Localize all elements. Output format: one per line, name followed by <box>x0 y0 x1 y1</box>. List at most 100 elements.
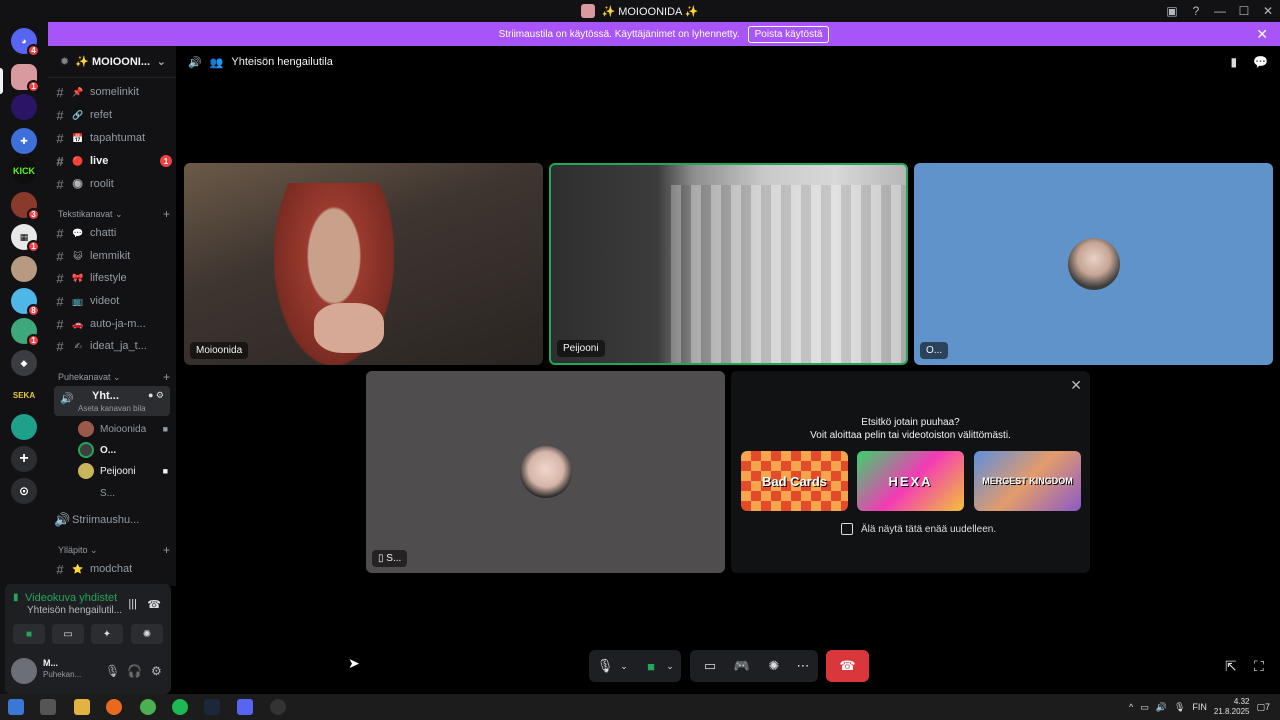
close-icon[interactable]: ✕ <box>1070 377 1082 394</box>
camera-button[interactable]: ■ <box>13 624 45 644</box>
notification-icon[interactable]: ▢7 <box>1256 702 1270 713</box>
server-icon-9[interactable]: 1 <box>11 318 40 347</box>
chrome-icon[interactable] <box>140 699 156 715</box>
network-icon[interactable]: ▭ <box>1140 702 1149 713</box>
video-tile-peijooni[interactable]: Peijooni <box>549 163 908 365</box>
category-admin[interactable]: Ylläpito ⌄ + <box>58 543 170 557</box>
discord-home-icon[interactable]: ◕ 4 <box>11 28 40 57</box>
microphone-icon[interactable]: 🎙 <box>105 664 120 678</box>
add-channel-icon[interactable]: + <box>163 370 170 384</box>
chevron-down-icon[interactable]: ⌄ <box>663 661 677 672</box>
server-header[interactable]: ✹ ✨ MOIOONI... ⌄ <box>48 46 176 78</box>
bookmark-icon[interactable]: ▮ <box>1230 55 1237 69</box>
file-explorer-icon[interactable] <box>74 699 90 715</box>
help-icon[interactable]: ? <box>1184 4 1208 18</box>
chevron-down-icon[interactable]: ⌄ <box>617 661 631 672</box>
noise-suppression-icon[interactable]: ||| <box>128 598 137 610</box>
minimize-button[interactable]: — <box>1208 4 1232 18</box>
channel-live[interactable]: # 🔴 live 1 <box>54 151 172 171</box>
server-senkain-icon[interactable]: SEKA <box>11 382 37 408</box>
voice-channel-selected[interactable]: 🔊 Yht... ● ⚙ Aseta kanavan bila <box>54 386 170 416</box>
voice-channel-actions-icon[interactable]: ● ⚙ <box>148 390 164 401</box>
close-banner-icon[interactable]: ✕ <box>1256 26 1268 43</box>
channel-refet[interactable]: # 🔗 refet <box>54 105 172 125</box>
task-view-icon[interactable] <box>40 699 56 715</box>
microphone-icon[interactable]: 🎙 <box>593 658 617 674</box>
server-icon-7[interactable] <box>11 256 37 282</box>
server-icon-6[interactable]: ▦ 1 <box>11 224 40 253</box>
clock[interactable]: 4.32 21.8.2025 <box>1214 697 1250 717</box>
checkbox[interactable] <box>841 523 853 535</box>
chevron-up-icon[interactable]: ^ <box>1129 702 1133 712</box>
inbox-icon[interactable]: ▣ <box>1160 4 1184 18</box>
server-icon-3[interactable]: ✚ <box>11 128 37 154</box>
activity-icon[interactable]: 🎮 <box>726 658 758 674</box>
add-server-icon[interactable]: + <box>11 446 37 472</box>
add-channel-icon[interactable]: + <box>163 207 170 221</box>
game-card-mergest-kingdom[interactable]: MERGEST KINGDOM <box>974 451 1081 511</box>
screen-share-icon[interactable]: ▭ <box>694 658 726 674</box>
user-avatar[interactable] <box>11 658 37 684</box>
category-voice[interactable]: Puhekanavat ⌄ + <box>58 370 170 384</box>
server-kick-icon[interactable]: KICK <box>11 158 37 184</box>
game-card-bad-cards[interactable]: Bad Cards <box>741 451 848 511</box>
disconnect-icon[interactable]: ☎ <box>147 598 161 611</box>
server-icon-12[interactable] <box>11 414 37 440</box>
add-channel-icon[interactable]: + <box>163 543 170 557</box>
close-button[interactable]: ✕ <box>1256 4 1280 18</box>
start-icon[interactable] <box>8 699 24 715</box>
channel-tapahtumat[interactable]: # 📅 tapahtumat <box>54 128 172 148</box>
activity-button[interactable]: ✦ <box>91 624 123 644</box>
channel-lifestyle[interactable]: # 🎀 lifestyle <box>54 268 172 288</box>
headphones-icon[interactable]: 🎧 <box>127 664 142 678</box>
camera-icon[interactable]: ■ <box>639 659 663 674</box>
channel-modchat[interactable]: # ⭐ modchat <box>54 559 172 579</box>
channel-videot[interactable]: # 📺 videot <box>54 291 172 311</box>
voice-user[interactable]: Peijooni ■ <box>78 462 168 480</box>
fullscreen-icon[interactable]: ⛶ <box>1254 658 1264 675</box>
voice-user[interactable]: S... <box>78 484 168 502</box>
server-icon-5[interactable]: 3 <box>11 192 40 221</box>
discover-icon[interactable]: ⊙ <box>11 478 37 504</box>
disable-streamer-mode-button[interactable]: Poista käytöstä <box>747 25 830 43</box>
channel-auto[interactable]: # 🚗 auto-ja-m... <box>54 314 172 334</box>
microphone-tray-icon[interactable]: 🎙 <box>1174 702 1185 713</box>
channel-lemmikit[interactable]: # 😺 lemmikit <box>54 246 172 266</box>
server-icon-2[interactable] <box>11 94 37 120</box>
language-indicator[interactable]: FIN <box>1192 702 1207 712</box>
channel-chatti[interactable]: # 💬 chatti <box>54 223 172 243</box>
channel-roolit[interactable]: # 🔘 roolit <box>54 174 172 194</box>
discord-taskbar-icon[interactable] <box>237 699 253 715</box>
obs-icon[interactable] <box>270 699 286 715</box>
volume-icon[interactable]: 🔊 <box>1156 702 1167 713</box>
video-tile-o[interactable]: O... <box>914 163 1273 365</box>
soundboard-icon[interactable]: ✺ <box>758 658 790 674</box>
maximize-button[interactable]: ☐ <box>1232 4 1256 18</box>
voice-channel-striimaus[interactable]: 🔊 Striimaushu... <box>54 510 172 530</box>
leave-call-button[interactable]: ☎ <box>826 650 869 682</box>
server-moioonida-icon[interactable]: 1 <box>11 64 40 93</box>
chat-icon[interactable]: 💬 <box>1253 55 1268 69</box>
spotify-icon[interactable] <box>172 699 188 715</box>
channel-ideat[interactable]: # ✍ ideat_ja_t... <box>54 336 172 356</box>
banner-text: Striimaustila on käytössä. Käyttäjänimet… <box>498 28 740 40</box>
settings-icon[interactable]: ⚙ <box>151 664 162 678</box>
category-text[interactable]: Tekstikanavat ⌄ + <box>58 207 170 221</box>
server-icon-8[interactable]: 8 <box>11 288 40 317</box>
users-icon: 👥 <box>209 56 224 69</box>
more-icon[interactable]: ⋯ <box>790 658 816 674</box>
popout-icon[interactable]: ⇱ <box>1225 658 1237 675</box>
firefox-icon[interactable] <box>106 699 122 715</box>
video-tile-s[interactable]: ▯ S... <box>366 371 725 573</box>
channel-somelinkit[interactable]: # 📌 somelinkit <box>54 82 172 102</box>
voice-user[interactable]: Moioonida ■ <box>78 420 168 438</box>
steam-icon[interactable] <box>204 699 220 715</box>
screen-share-button[interactable]: ▭ <box>52 624 84 644</box>
voice-user[interactable]: O... <box>78 441 168 459</box>
game-card-hexa[interactable]: HEXA <box>857 451 964 511</box>
dont-show-again[interactable]: Älä näytä tätä enää uudelleen. <box>841 523 996 535</box>
voice-channel-link[interactable]: Yhteisön hengailutil... <box>27 605 122 616</box>
soundboard-button[interactable]: ✺ <box>131 624 163 644</box>
video-tile-moioonida[interactable]: Moioonida <box>184 163 543 365</box>
server-icon-10[interactable]: ◆ <box>11 350 37 376</box>
